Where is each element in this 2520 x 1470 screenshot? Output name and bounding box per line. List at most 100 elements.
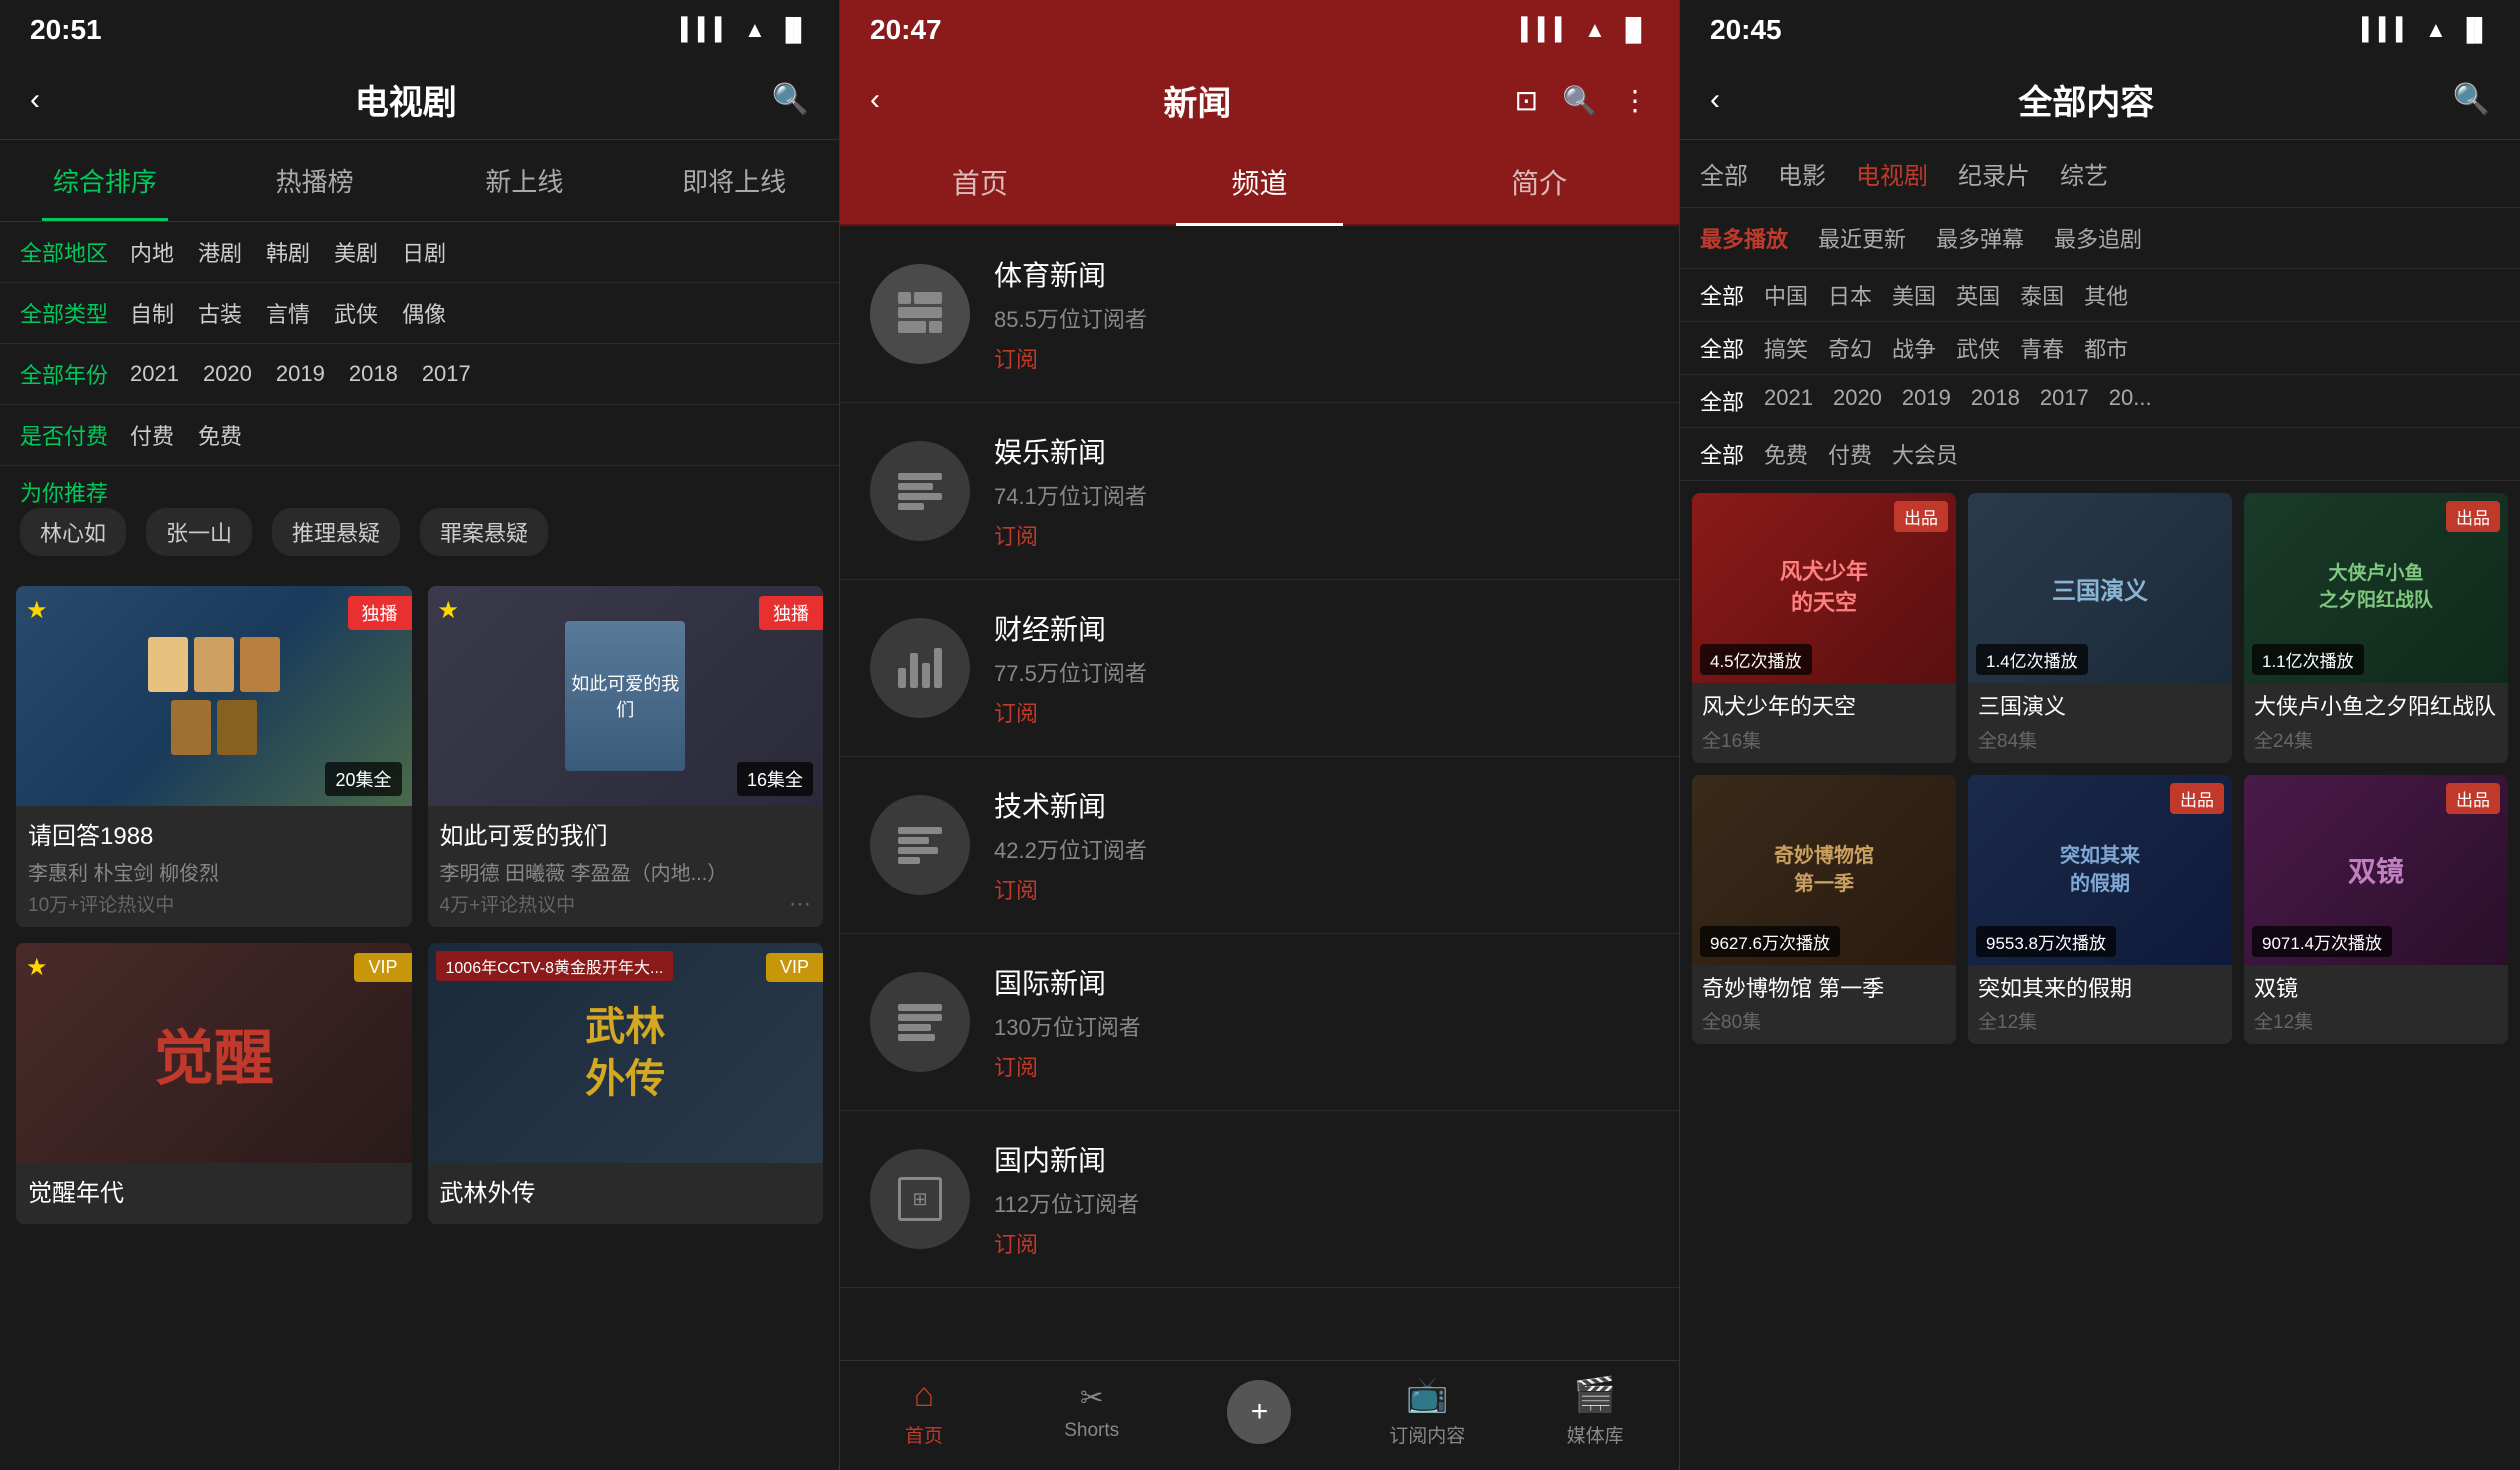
cast-icon[interactable]: ⊡	[1515, 84, 1538, 117]
filter-type-0[interactable]: 自制	[130, 297, 174, 329]
channel-item-intl[interactable]: 国际新闻 130万位订阅者 订阅	[840, 934, 1679, 1111]
recommend-tag-3[interactable]: 罪案悬疑	[420, 508, 548, 556]
tag-genre-fantasy[interactable]: 奇幻	[1828, 332, 1872, 364]
search-icon-3[interactable]: 🔍	[2453, 82, 2490, 117]
back-icon-1[interactable]: ‹	[30, 83, 40, 117]
content-card-0[interactable]: 风犬少年的天空 出品 4.5亿次播放 风犬少年的天空 全16集	[1692, 493, 1956, 763]
tag-genre-war[interactable]: 战争	[1892, 332, 1936, 364]
tag-region-us[interactable]: 美国	[1892, 279, 1936, 311]
news-tab-1[interactable]: 频道	[1120, 140, 1400, 224]
tag-fee-vip[interactable]: 大会员	[1892, 438, 1958, 470]
tag-genre-comedy[interactable]: 搞笑	[1764, 332, 1808, 364]
filter-opt-us[interactable]: 美剧	[334, 236, 378, 268]
nav-subscriptions[interactable]: 📺 订阅内容	[1343, 1375, 1511, 1456]
filter-year-2[interactable]: 2019	[276, 361, 325, 387]
recommend-tag-0[interactable]: 林心如	[20, 508, 126, 556]
channel-subscribe-finance[interactable]: 订阅	[994, 696, 1649, 728]
recommend-tag-2[interactable]: 推理悬疑	[272, 508, 400, 556]
tag-region-other[interactable]: 其他	[2084, 279, 2128, 311]
drama-card-1[interactable]: 如此可爱的我们 ★ 独播 16集全 如此可爱的我们 李明德 田曦薇 李盈盈（内地…	[428, 586, 824, 927]
channel-subscribe-tech[interactable]: 订阅	[994, 873, 1649, 905]
tag-genre-urban[interactable]: 都市	[2084, 332, 2128, 364]
filter-movie[interactable]: 电影	[1778, 156, 1826, 191]
tag-region-th[interactable]: 泰国	[2020, 279, 2064, 311]
content-card-5[interactable]: 双镜 出品 9071.4万次播放 双镜 全12集	[2244, 775, 2508, 1045]
tag-year-2021[interactable]: 2021	[1764, 385, 1813, 417]
filter-type-1[interactable]: 古装	[198, 297, 242, 329]
content-card-1[interactable]: 三国演义 1.4亿次播放 三国演义 全84集	[1968, 493, 2232, 763]
filter-fee-1[interactable]: 免费	[198, 419, 242, 451]
channel-subscribe-domestic[interactable]: 订阅	[994, 1227, 1649, 1259]
filter-year-4[interactable]: 2017	[422, 361, 471, 387]
content-card-4[interactable]: 突如其来的假期 出品 9553.8万次播放 突如其来的假期 全12集	[1968, 775, 2232, 1045]
tv-tab-1[interactable]: 热播榜	[210, 140, 420, 221]
tv-tab-0[interactable]: 综合排序	[0, 140, 210, 221]
filter-type-4[interactable]: 偶像	[402, 297, 446, 329]
back-icon-2[interactable]: ‹	[870, 83, 880, 117]
content-card-3[interactable]: 奇妙博物馆第一季 9627.6万次播放 奇妙博物馆 第一季 全80集	[1692, 775, 1956, 1045]
filter-type-3[interactable]: 武侠	[334, 297, 378, 329]
filter-year-1[interactable]: 2020	[203, 361, 252, 387]
tag-year-2019[interactable]: 2019	[1902, 385, 1951, 417]
filter-year-3[interactable]: 2018	[349, 361, 398, 387]
drama-card-3[interactable]: 武林外传 ★ VIP 1006年CCTV-8黄金股开年大... 武林外传	[428, 943, 824, 1224]
more-icon[interactable]: ⋮	[1621, 84, 1649, 117]
filter-all[interactable]: 全部	[1700, 156, 1748, 191]
channel-item-tech[interactable]: 技术新闻 42.2万位订阅者 订阅	[840, 757, 1679, 934]
filter-doc[interactable]: 纪录片	[1958, 156, 2030, 191]
sort-most-played[interactable]: 最多播放	[1700, 222, 1788, 254]
filter-fee-0[interactable]: 付费	[130, 419, 174, 451]
filter-opt-kr[interactable]: 韩剧	[266, 236, 310, 268]
tag-region-all[interactable]: 全部	[1700, 279, 1744, 311]
channel-item-sports[interactable]: 体育新闻 85.5万位订阅者 订阅	[840, 226, 1679, 403]
channel-item-finance[interactable]: 财经新闻 77.5万位订阅者 订阅	[840, 580, 1679, 757]
channel-item-ent[interactable]: 娱乐新闻 74.1万位订阅者 订阅	[840, 403, 1679, 580]
tag-year-more[interactable]: 20...	[2109, 385, 2152, 417]
tag-year-all[interactable]: 全部	[1700, 385, 1744, 417]
channel-item-domestic[interactable]: ⊞ 国内新闻 112万位订阅者 订阅	[840, 1111, 1679, 1288]
search-icon-2[interactable]: 🔍	[1562, 84, 1597, 117]
tag-region-uk[interactable]: 英国	[1956, 279, 2000, 311]
channel-subscribe-intl[interactable]: 订阅	[994, 1050, 1649, 1082]
filter-variety[interactable]: 综艺	[2060, 156, 2108, 191]
tag-region-cn[interactable]: 中国	[1764, 279, 1808, 311]
tag-region-jp[interactable]: 日本	[1828, 279, 1872, 311]
nav-create[interactable]: +	[1176, 1380, 1344, 1452]
recommend-tag-1[interactable]: 张一山	[146, 508, 252, 556]
sort-most-followed[interactable]: 最多追剧	[2054, 222, 2142, 254]
tag-fee-free[interactable]: 免费	[1764, 438, 1808, 470]
filter-tv[interactable]: 电视剧	[1856, 156, 1928, 191]
filter-year-0[interactable]: 2021	[130, 361, 179, 387]
channel-subscribe-sports[interactable]: 订阅	[994, 342, 1649, 374]
tag-genre-all[interactable]: 全部	[1700, 332, 1744, 364]
tag-genre-wuxia[interactable]: 武侠	[1956, 332, 2000, 364]
tag-year-2017[interactable]: 2017	[2040, 385, 2089, 417]
nav-library[interactable]: 🎬 媒体库	[1511, 1375, 1679, 1456]
filter-type-2[interactable]: 言情	[266, 297, 310, 329]
back-icon-3[interactable]: ‹	[1710, 83, 1720, 117]
sort-most-danmaku[interactable]: 最多弹幕	[1936, 222, 2024, 254]
tv-tab-2[interactable]: 新上线	[420, 140, 630, 221]
tag-year-2018[interactable]: 2018	[1971, 385, 2020, 417]
content-card-2[interactable]: 大侠卢小鱼之夕阳红战队 出品 1.1亿次播放 大侠卢小鱼之夕阳红战队 全24集	[2244, 493, 2508, 763]
channel-subscribe-ent[interactable]: 订阅	[994, 519, 1649, 551]
tag-year-2020[interactable]: 2020	[1833, 385, 1882, 417]
drama-card-2[interactable]: 觉醒 ★ VIP 觉醒年代	[16, 943, 412, 1224]
tag-genre-youth[interactable]: 青春	[2020, 332, 2064, 364]
tv-tab-3[interactable]: 即将上线	[629, 140, 839, 221]
nav-home[interactable]: ⌂ 首页	[840, 1376, 1008, 1456]
nav-shorts[interactable]: ✂ Shorts	[1008, 1381, 1176, 1450]
tag-fee-all[interactable]: 全部	[1700, 438, 1744, 470]
search-icon-1[interactable]: 🔍	[772, 82, 809, 117]
drama-card-0[interactable]: ★ 独播 20集全 请回答1988 李惠利 朴宝剑 柳俊烈 10万+评论热议中	[16, 586, 412, 927]
filter-opt-jp[interactable]: 日剧	[402, 236, 446, 268]
filter-opt-inland[interactable]: 内地	[130, 236, 174, 268]
filter-year-options: 2021 2020 2019 2018 2017	[130, 361, 471, 387]
news-tab-2[interactable]: 简介	[1399, 140, 1679, 224]
filter-opt-hk[interactable]: 港剧	[198, 236, 242, 268]
tag-fee-paid[interactable]: 付费	[1828, 438, 1872, 470]
news-tab-0[interactable]: 首页	[840, 140, 1120, 224]
drama-more-1[interactable]: ⋯	[789, 891, 811, 917]
sort-recently-updated[interactable]: 最近更新	[1818, 222, 1906, 254]
channel-subs-domestic: 112万位订阅者	[994, 1187, 1649, 1219]
